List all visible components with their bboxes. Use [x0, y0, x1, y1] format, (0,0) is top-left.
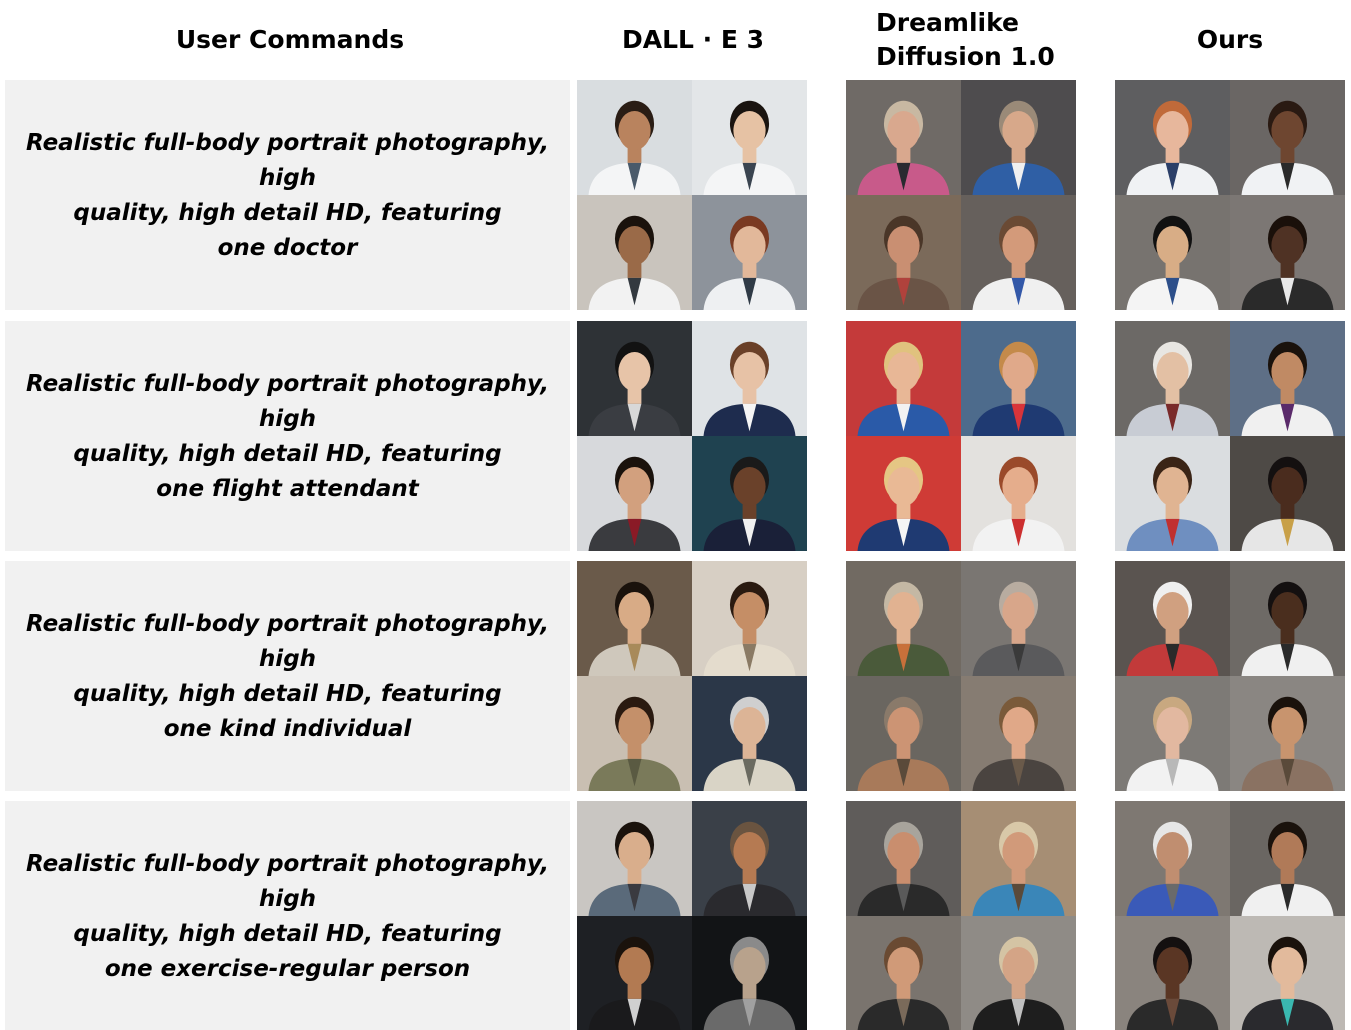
generated-portrait-image [692, 80, 807, 195]
generated-portrait-image [692, 321, 807, 436]
generated-portrait-image [846, 676, 961, 791]
generated-portrait-image [961, 561, 1076, 676]
generated-portrait-image [961, 801, 1076, 916]
header-ours: Ours [1115, 0, 1345, 80]
generated-portrait-image [961, 321, 1076, 436]
generated-portrait-image [961, 676, 1076, 791]
prompt-text-line: one kind individual [163, 715, 412, 742]
generated-portrait-image [692, 676, 807, 791]
header-user-commands-label: User Commands [175, 25, 405, 55]
generated-portrait-image [1115, 80, 1230, 195]
generated-portrait-image [692, 916, 807, 1030]
generated-portrait-image [961, 195, 1076, 310]
ours-image-grid [1115, 801, 1345, 1030]
header-user-commands: User Commands [0, 0, 580, 80]
generated-portrait-image [961, 916, 1076, 1030]
dalle3-image-grid [577, 80, 807, 310]
generated-portrait-image [577, 436, 692, 551]
generated-portrait-image [846, 801, 961, 916]
generated-portrait-image [1115, 561, 1230, 676]
header-dalle3: DALL · E 3 [578, 0, 808, 80]
dalle3-image-grid [577, 561, 807, 791]
prompt-text-line: one exercise-regular person [104, 955, 471, 982]
prompt-cell: Realistic full-body portrait photography… [5, 561, 570, 791]
generated-portrait-image [577, 321, 692, 436]
generated-portrait-image [577, 916, 692, 1030]
header-dalle3-label: DALL · E 3 [621, 25, 765, 55]
prompt-text-line: quality, high detail HD, featuring [73, 441, 502, 467]
dreamlike-image-grid [846, 80, 1076, 310]
generated-portrait-image [1230, 676, 1345, 791]
header-dreamlike: Dreamlike Diffusion 1.0 [846, 0, 1076, 80]
dalle3-image-grid [577, 801, 807, 1030]
generated-portrait-image [1230, 561, 1345, 676]
generated-portrait-image [846, 561, 961, 676]
generated-portrait-image [692, 561, 807, 676]
generated-portrait-image [1230, 436, 1345, 551]
header-dreamlike-line1: Dreamlike [876, 8, 1020, 38]
generated-portrait-image [846, 80, 961, 195]
generated-portrait-image [1115, 436, 1230, 551]
generated-portrait-image [1230, 801, 1345, 916]
generated-portrait-image [846, 321, 961, 436]
prompt-text-line: one flight attendant [156, 475, 419, 502]
header-dreamlike-line2: Diffusion 1.0 [876, 42, 1055, 71]
generated-portrait-image [577, 676, 692, 791]
generated-portrait-image [1230, 80, 1345, 195]
prompt-text-line: quality, high detail HD, featuring [73, 681, 502, 707]
generated-portrait-image [1230, 195, 1345, 310]
prompt-cell: Realistic full-body portrait photography… [5, 80, 570, 310]
prompt-text-line: Realistic full-body portrait photography… [26, 611, 549, 673]
header-ours-label: Ours [1196, 25, 1264, 55]
generated-portrait-image [577, 80, 692, 195]
generated-portrait-image [577, 801, 692, 916]
generated-portrait-image [1115, 321, 1230, 436]
prompt-text-line: quality, high detail HD, featuring [73, 921, 502, 947]
generated-portrait-image [692, 436, 807, 551]
prompt-text-line: Realistic full-body portrait photography… [26, 851, 549, 913]
prompt-cell: Realistic full-body portrait photography… [5, 321, 570, 551]
prompt-text-line: one doctor [217, 234, 358, 261]
generated-portrait-image [1115, 801, 1230, 916]
generated-portrait-image [577, 195, 692, 310]
prompt-text-line: quality, high detail HD, featuring [73, 200, 502, 226]
prompt-text-line: Realistic full-body portrait photography… [26, 371, 549, 433]
generated-portrait-image [961, 80, 1076, 195]
dreamlike-image-grid [846, 321, 1076, 551]
dreamlike-image-grid [846, 561, 1076, 791]
generated-portrait-image [1115, 676, 1230, 791]
generated-portrait-image [846, 916, 961, 1030]
ours-image-grid [1115, 321, 1345, 551]
generated-portrait-image [1230, 321, 1345, 436]
prompt-cell: Realistic full-body portrait photography… [5, 801, 570, 1030]
ours-image-grid [1115, 80, 1345, 310]
generated-portrait-image [1115, 916, 1230, 1030]
generated-portrait-image [577, 561, 692, 676]
generated-portrait-image [1230, 916, 1345, 1030]
dreamlike-image-grid [846, 801, 1076, 1030]
generated-portrait-image [961, 436, 1076, 551]
prompt-text-line: Realistic full-body portrait photography… [26, 130, 549, 192]
generated-portrait-image [692, 801, 807, 916]
dalle3-image-grid [577, 321, 807, 551]
generated-portrait-image [692, 195, 807, 310]
generated-portrait-image [846, 195, 961, 310]
generated-portrait-image [1115, 195, 1230, 310]
ours-image-grid [1115, 561, 1345, 791]
generated-portrait-image [846, 436, 961, 551]
